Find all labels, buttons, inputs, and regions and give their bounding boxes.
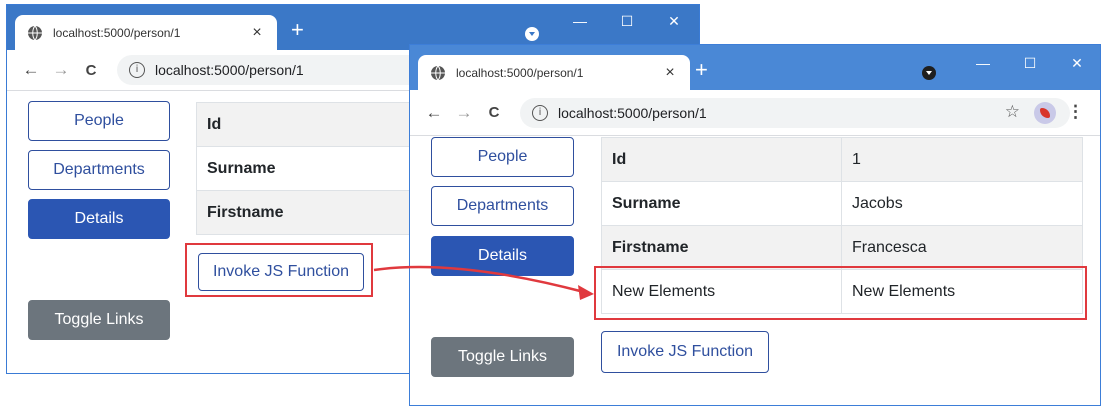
callout-arrow bbox=[373, 265, 594, 300]
